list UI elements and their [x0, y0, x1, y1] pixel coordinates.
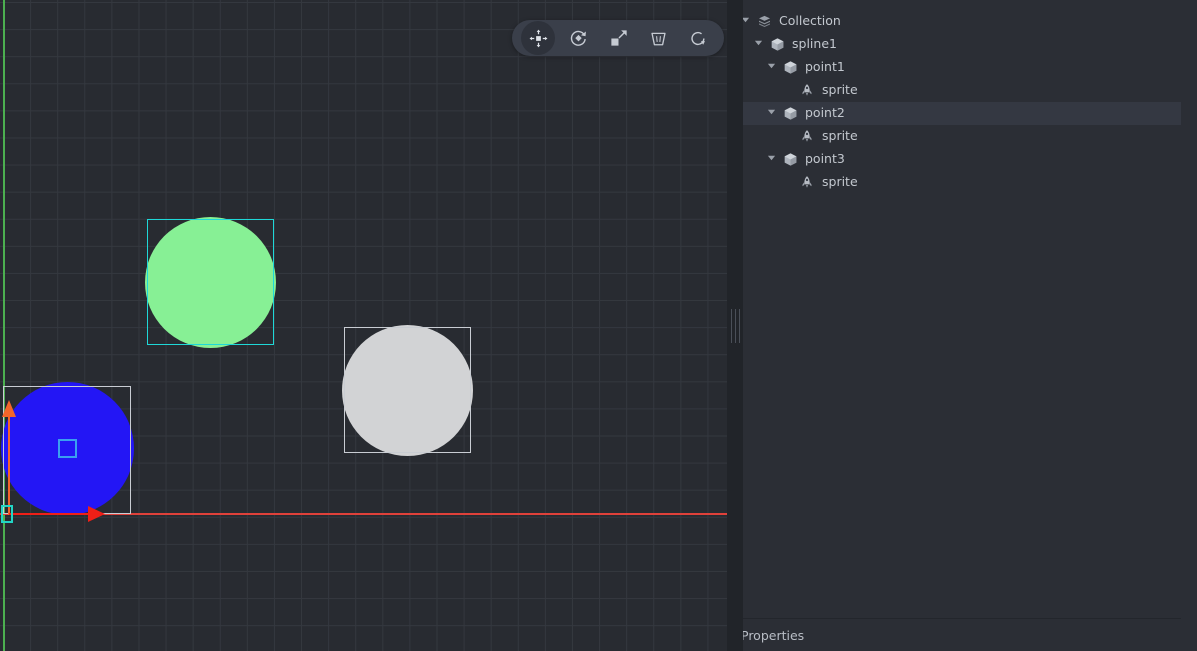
right-panel: Collection spline1 point1 sprite point2 … — [727, 0, 1181, 651]
refresh-icon — [689, 29, 708, 48]
chevron-down-icon[interactable] — [767, 61, 780, 74]
reset-button[interactable] — [681, 23, 715, 53]
outliner-row-sprite-7[interactable]: sprite — [727, 171, 1181, 194]
chevron-down-icon[interactable] — [767, 153, 780, 166]
scale-tool-button[interactable] — [601, 23, 635, 53]
outliner-row-label: point3 — [805, 150, 845, 166]
trash-icon — [649, 29, 668, 48]
green-circle-bounding-box — [147, 219, 274, 345]
blue-circle-bounding-box — [3, 386, 131, 514]
outliner-row-sprite-3[interactable]: sprite — [727, 79, 1181, 102]
outliner-row-point3-6[interactable]: point3 — [727, 148, 1181, 171]
gray-circle-bounding-box — [344, 327, 471, 453]
move-tool-button[interactable] — [521, 21, 555, 55]
delete-button[interactable] — [641, 23, 675, 53]
splitter-grip-icon — [730, 308, 740, 343]
panel-splitter[interactable] — [727, 0, 743, 651]
object-cube-icon — [783, 60, 799, 76]
outliner-row-label: point1 — [805, 58, 845, 74]
move-gizmo — [0, 0, 727, 651]
outliner-row-spline1-1[interactable]: spline1 — [727, 33, 1181, 56]
sprite-icon — [800, 175, 816, 191]
outliner-row-sprite-5[interactable]: sprite — [727, 125, 1181, 148]
editor-window: Collection spline1 point1 sprite point2 … — [0, 0, 1197, 651]
object-cube-icon — [783, 152, 799, 168]
properties-title: Properties — [741, 627, 805, 643]
viewport-toolbar — [512, 20, 724, 56]
outliner-row-collection-0[interactable]: Collection — [727, 10, 1181, 33]
outliner-tree[interactable]: Collection spline1 point1 sprite point2 … — [727, 0, 1181, 618]
properties-panel[interactable]: Properties — [727, 618, 1181, 651]
viewport-grid — [0, 0, 727, 651]
scene-viewport[interactable] — [0, 0, 727, 651]
rotate-tool-icon — [569, 29, 588, 48]
collection-icon — [757, 14, 773, 30]
sprite-icon — [800, 129, 816, 145]
world-axis-y-line — [3, 0, 5, 651]
outliner-row-point1-2[interactable]: point1 — [727, 56, 1181, 79]
outliner-row-label: Collection — [779, 12, 841, 28]
object-cube-icon — [770, 37, 786, 53]
sprite-icon — [800, 83, 816, 99]
outliner-row-label: sprite — [822, 81, 858, 97]
outliner-row-label: spline1 — [792, 35, 837, 51]
chevron-down-icon[interactable] — [767, 107, 780, 120]
outliner-row-label: point2 — [805, 104, 845, 120]
move-tool-icon — [529, 29, 548, 48]
outliner-row-label: sprite — [822, 173, 858, 189]
object-cube-icon — [783, 106, 799, 122]
outliner-row-point2-4[interactable]: point2 — [727, 102, 1181, 125]
chevron-down-icon[interactable] — [754, 38, 767, 51]
scale-tool-icon — [609, 29, 628, 48]
rotate-tool-button[interactable] — [561, 23, 595, 53]
outliner-row-label: sprite — [822, 127, 858, 143]
